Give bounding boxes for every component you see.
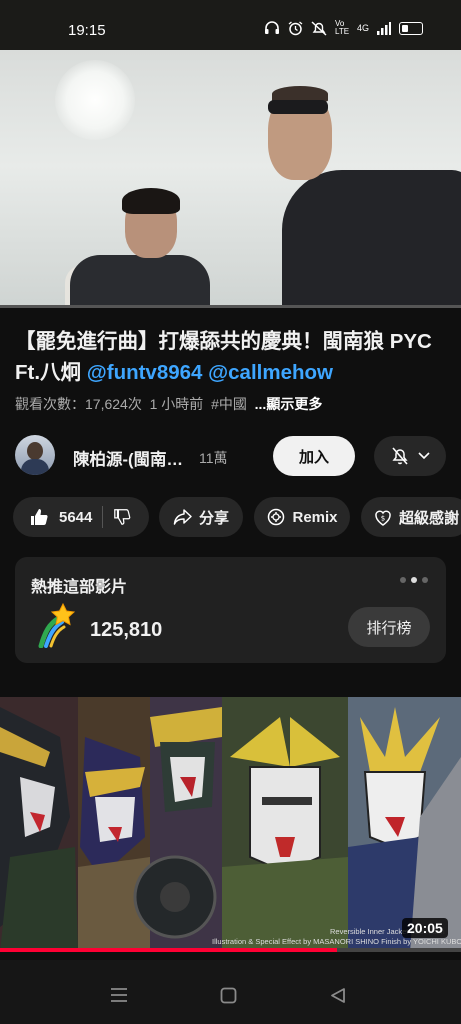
subscriber-count: 11萬: [199, 450, 228, 466]
hashtag[interactable]: #中國: [211, 396, 247, 412]
carousel-dot: [422, 577, 428, 583]
like-icon[interactable]: [29, 507, 49, 527]
video-title: 【罷免進行曲】打爆舔共的慶典！閩南狼 PYC Ft.八炯 @funtv8964 …: [15, 326, 455, 388]
carousel-dot-active: [411, 577, 417, 583]
channel-row: 陳柏源-(閩南… 11萬 加入: [15, 433, 461, 477]
home-icon[interactable]: [220, 987, 237, 1004]
thumbnail-credit-2: Illustration & Special Effect by MASANOR…: [212, 937, 461, 946]
channel-avatar[interactable]: [15, 435, 55, 475]
system-nav-bar: [0, 960, 461, 1024]
next-video-thumbnail[interactable]: [0, 697, 461, 952]
notification-button[interactable]: [374, 436, 446, 476]
dislike-icon[interactable]: [113, 508, 131, 526]
thumbnail-art: [0, 697, 461, 952]
leaderboard-button[interactable]: 排行榜: [348, 607, 430, 647]
video-player[interactable]: [0, 50, 461, 308]
video-meta[interactable]: 觀看次數：17,624次 1 小時前 #中國 ...顯示更多: [15, 394, 322, 414]
remix-icon: [268, 508, 285, 526]
show-more-link[interactable]: ...顯示更多: [255, 396, 323, 412]
status-icons: Vo LTE 4G: [264, 20, 423, 36]
like-dislike-pill: 5644: [13, 497, 149, 537]
remix-button[interactable]: Remix: [254, 497, 350, 537]
mute-icon: [311, 20, 327, 36]
upload-age: 1 小時前: [149, 396, 204, 412]
menu-icon[interactable]: [110, 987, 128, 1003]
share-label: 分享: [198, 509, 229, 527]
share-button[interactable]: 分享: [159, 497, 243, 537]
hype-card[interactable]: 熱推這部影片 125,810 排行榜: [15, 557, 446, 663]
status-bar: 19:15 Vo LTE 4G: [0, 0, 461, 50]
battery-icon: [399, 21, 423, 35]
hype-star-icon: [38, 602, 75, 648]
like-count[interactable]: 5644: [59, 509, 92, 526]
watched-progress-bar: [0, 948, 461, 952]
status-time: 19:15: [68, 22, 106, 39]
mention-link-funtv[interactable]: @funtv8964: [87, 361, 203, 384]
signal-icon: [377, 21, 391, 35]
mention-link-callmehow[interactable]: @callmehow: [208, 361, 333, 384]
view-count: 觀看次數：17,624次: [15, 396, 142, 412]
watched-progress-fill: [0, 948, 337, 952]
network-label: 4G: [356, 23, 369, 33]
video-progress-bar[interactable]: [0, 305, 461, 308]
chevron-down-icon: [418, 452, 430, 460]
bell-off-icon: [392, 447, 408, 465]
join-button[interactable]: 加入: [273, 436, 355, 476]
share-icon: [173, 509, 192, 525]
action-bar: 5644 分享 Remix $ 超級感謝: [13, 497, 461, 537]
video-duration: 20:05: [402, 918, 448, 938]
remix-label: Remix: [292, 508, 338, 526]
volte-label: Vo LTE: [334, 19, 350, 36]
svg-text:$: $: [381, 515, 385, 523]
back-icon[interactable]: [330, 987, 346, 1004]
headphones-icon: [264, 21, 279, 34]
hype-card-title: 熱推這部影片: [31, 579, 128, 596]
super-thanks-label: 超級感謝: [399, 509, 460, 527]
alarm-icon: [288, 20, 303, 35]
super-thanks-button[interactable]: $ 超級感謝: [361, 497, 461, 537]
carousel-dots: [400, 577, 428, 583]
super-thanks-icon: $: [375, 510, 391, 526]
carousel-dot: [400, 577, 406, 583]
hype-count: 125,810: [90, 619, 163, 641]
channel-name[interactable]: 陳柏源-(閩南…: [73, 446, 183, 470]
